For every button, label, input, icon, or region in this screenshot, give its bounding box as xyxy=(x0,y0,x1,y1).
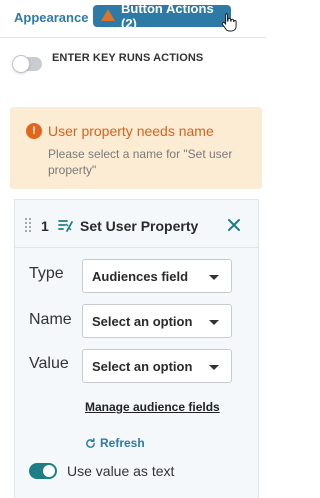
manage-audience-fields-link[interactable]: Manage audience fields xyxy=(85,400,220,414)
chevron-down-icon xyxy=(209,365,219,370)
drag-handle-icon[interactable] xyxy=(25,218,33,232)
action-number: 1 xyxy=(41,218,49,234)
tab-bar: Appearance Button Actions (2) xyxy=(0,0,266,38)
enter-key-label: ENTER KEY RUNS ACTIONS xyxy=(52,52,204,64)
refresh-icon xyxy=(86,437,95,448)
close-icon[interactable] xyxy=(227,218,241,232)
name-select-value: Select an option xyxy=(92,313,193,329)
refresh-button[interactable]: Refresh xyxy=(85,436,145,450)
type-select-value: Audiences field xyxy=(92,268,189,284)
tab-button-actions[interactable]: Button Actions (2) xyxy=(93,1,231,31)
enter-key-toggle[interactable] xyxy=(12,55,42,73)
use-value-toggle[interactable] xyxy=(29,463,57,479)
set-property-icon xyxy=(58,220,73,232)
value-select[interactable]: Select an option xyxy=(82,349,232,383)
action-card-header: 1 Set User Property xyxy=(15,200,258,248)
toggle-knob xyxy=(12,55,30,73)
use-value-setting: Use value as text xyxy=(29,463,174,479)
action-card: 1 Set User Property Type Audiences field… xyxy=(14,199,259,498)
type-label: Type xyxy=(29,265,64,282)
alert-message: Please select a name for "Set user prope… xyxy=(48,147,233,177)
name-select[interactable]: Select an option xyxy=(82,304,232,338)
value-select-value: Select an option xyxy=(92,358,193,374)
panel: Appearance Button Actions (2) ENTER KEY … xyxy=(0,0,266,498)
warning-alert: ! User property needs name Please select… xyxy=(10,107,262,189)
chevron-down-icon xyxy=(209,275,219,280)
tab-button-actions-label: Button Actions (2) xyxy=(121,1,214,31)
refresh-label: Refresh xyxy=(100,436,145,450)
enter-key-setting: ENTER KEY RUNS ACTIONS xyxy=(12,52,204,76)
chevron-down-icon xyxy=(209,320,219,325)
hand-cursor-icon xyxy=(221,13,237,32)
type-select[interactable]: Audiences field xyxy=(82,259,232,293)
name-label: Name xyxy=(29,311,72,328)
alert-icon: ! xyxy=(26,123,42,139)
alert-title: User property needs name xyxy=(48,123,214,139)
action-title: Set User Property xyxy=(80,218,199,234)
warning-icon xyxy=(101,9,115,21)
use-value-label: Use value as text xyxy=(67,463,175,479)
toggle-knob xyxy=(43,465,55,477)
value-label: Value xyxy=(29,355,69,372)
tab-appearance[interactable]: Appearance xyxy=(14,10,88,25)
